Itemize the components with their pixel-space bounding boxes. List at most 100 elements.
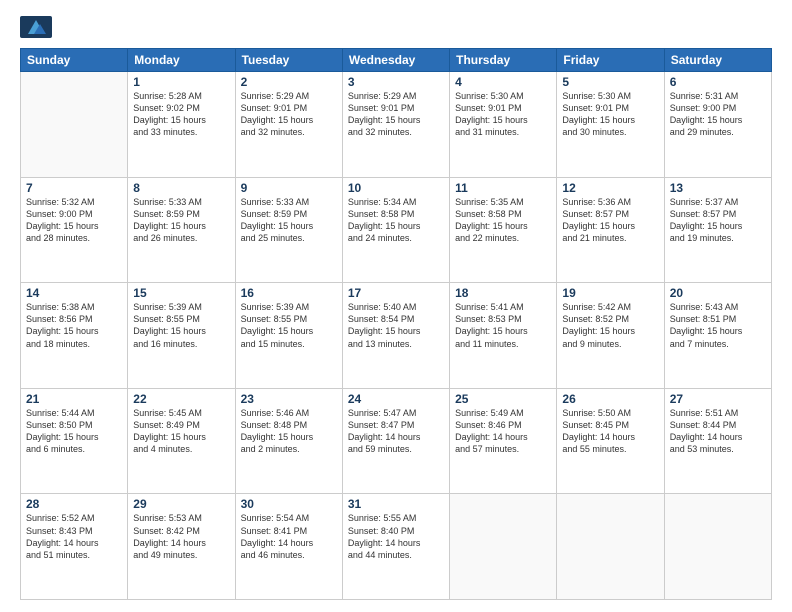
day-header-monday: Monday xyxy=(128,49,235,72)
day-header-wednesday: Wednesday xyxy=(342,49,449,72)
calendar-cell: 16Sunrise: 5:39 AM Sunset: 8:55 PM Dayli… xyxy=(235,283,342,389)
calendar-week-1: 1Sunrise: 5:28 AM Sunset: 9:02 PM Daylig… xyxy=(21,72,772,178)
calendar-week-5: 28Sunrise: 5:52 AM Sunset: 8:43 PM Dayli… xyxy=(21,494,772,600)
day-number: 13 xyxy=(670,181,766,195)
calendar-cell: 6Sunrise: 5:31 AM Sunset: 9:00 PM Daylig… xyxy=(664,72,771,178)
day-number: 6 xyxy=(670,75,766,89)
calendar-cell: 8Sunrise: 5:33 AM Sunset: 8:59 PM Daylig… xyxy=(128,177,235,283)
logo-icon xyxy=(20,16,52,38)
day-header-saturday: Saturday xyxy=(664,49,771,72)
day-number: 2 xyxy=(241,75,337,89)
calendar-cell xyxy=(450,494,557,600)
day-header-tuesday: Tuesday xyxy=(235,49,342,72)
calendar-cell: 10Sunrise: 5:34 AM Sunset: 8:58 PM Dayli… xyxy=(342,177,449,283)
calendar-cell: 15Sunrise: 5:39 AM Sunset: 8:55 PM Dayli… xyxy=(128,283,235,389)
calendar-cell: 29Sunrise: 5:53 AM Sunset: 8:42 PM Dayli… xyxy=(128,494,235,600)
day-number: 17 xyxy=(348,286,444,300)
day-number: 4 xyxy=(455,75,551,89)
day-info: Sunrise: 5:40 AM Sunset: 8:54 PM Dayligh… xyxy=(348,301,444,350)
day-number: 12 xyxy=(562,181,658,195)
calendar-cell: 13Sunrise: 5:37 AM Sunset: 8:57 PM Dayli… xyxy=(664,177,771,283)
day-number: 10 xyxy=(348,181,444,195)
day-number: 25 xyxy=(455,392,551,406)
calendar-cell: 1Sunrise: 5:28 AM Sunset: 9:02 PM Daylig… xyxy=(128,72,235,178)
day-number: 16 xyxy=(241,286,337,300)
calendar-cell: 31Sunrise: 5:55 AM Sunset: 8:40 PM Dayli… xyxy=(342,494,449,600)
calendar-cell: 22Sunrise: 5:45 AM Sunset: 8:49 PM Dayli… xyxy=(128,388,235,494)
calendar-cell: 7Sunrise: 5:32 AM Sunset: 9:00 PM Daylig… xyxy=(21,177,128,283)
calendar-cell: 21Sunrise: 5:44 AM Sunset: 8:50 PM Dayli… xyxy=(21,388,128,494)
day-info: Sunrise: 5:38 AM Sunset: 8:56 PM Dayligh… xyxy=(26,301,122,350)
day-number: 14 xyxy=(26,286,122,300)
day-number: 5 xyxy=(562,75,658,89)
day-number: 15 xyxy=(133,286,229,300)
logo xyxy=(20,16,56,38)
day-info: Sunrise: 5:52 AM Sunset: 8:43 PM Dayligh… xyxy=(26,512,122,561)
day-info: Sunrise: 5:54 AM Sunset: 8:41 PM Dayligh… xyxy=(241,512,337,561)
day-number: 11 xyxy=(455,181,551,195)
day-info: Sunrise: 5:37 AM Sunset: 8:57 PM Dayligh… xyxy=(670,196,766,245)
day-number: 3 xyxy=(348,75,444,89)
calendar-cell: 27Sunrise: 5:51 AM Sunset: 8:44 PM Dayli… xyxy=(664,388,771,494)
day-info: Sunrise: 5:42 AM Sunset: 8:52 PM Dayligh… xyxy=(562,301,658,350)
day-info: Sunrise: 5:36 AM Sunset: 8:57 PM Dayligh… xyxy=(562,196,658,245)
day-info: Sunrise: 5:33 AM Sunset: 8:59 PM Dayligh… xyxy=(241,196,337,245)
day-number: 23 xyxy=(241,392,337,406)
day-number: 31 xyxy=(348,497,444,511)
day-info: Sunrise: 5:41 AM Sunset: 8:53 PM Dayligh… xyxy=(455,301,551,350)
calendar-table: SundayMondayTuesdayWednesdayThursdayFrid… xyxy=(20,48,772,600)
day-info: Sunrise: 5:55 AM Sunset: 8:40 PM Dayligh… xyxy=(348,512,444,561)
day-info: Sunrise: 5:30 AM Sunset: 9:01 PM Dayligh… xyxy=(455,90,551,139)
calendar-cell: 11Sunrise: 5:35 AM Sunset: 8:58 PM Dayli… xyxy=(450,177,557,283)
day-info: Sunrise: 5:28 AM Sunset: 9:02 PM Dayligh… xyxy=(133,90,229,139)
day-number: 19 xyxy=(562,286,658,300)
calendar-cell: 25Sunrise: 5:49 AM Sunset: 8:46 PM Dayli… xyxy=(450,388,557,494)
calendar-cell: 23Sunrise: 5:46 AM Sunset: 8:48 PM Dayli… xyxy=(235,388,342,494)
day-number: 7 xyxy=(26,181,122,195)
calendar-header-row: SundayMondayTuesdayWednesdayThursdayFrid… xyxy=(21,49,772,72)
day-info: Sunrise: 5:43 AM Sunset: 8:51 PM Dayligh… xyxy=(670,301,766,350)
day-header-friday: Friday xyxy=(557,49,664,72)
day-number: 29 xyxy=(133,497,229,511)
calendar-cell xyxy=(21,72,128,178)
day-info: Sunrise: 5:53 AM Sunset: 8:42 PM Dayligh… xyxy=(133,512,229,561)
calendar-cell: 20Sunrise: 5:43 AM Sunset: 8:51 PM Dayli… xyxy=(664,283,771,389)
calendar-cell xyxy=(664,494,771,600)
day-number: 24 xyxy=(348,392,444,406)
day-info: Sunrise: 5:46 AM Sunset: 8:48 PM Dayligh… xyxy=(241,407,337,456)
calendar-cell: 28Sunrise: 5:52 AM Sunset: 8:43 PM Dayli… xyxy=(21,494,128,600)
calendar-cell: 18Sunrise: 5:41 AM Sunset: 8:53 PM Dayli… xyxy=(450,283,557,389)
calendar-week-2: 7Sunrise: 5:32 AM Sunset: 9:00 PM Daylig… xyxy=(21,177,772,283)
day-info: Sunrise: 5:50 AM Sunset: 8:45 PM Dayligh… xyxy=(562,407,658,456)
calendar-cell: 12Sunrise: 5:36 AM Sunset: 8:57 PM Dayli… xyxy=(557,177,664,283)
day-number: 8 xyxy=(133,181,229,195)
day-info: Sunrise: 5:44 AM Sunset: 8:50 PM Dayligh… xyxy=(26,407,122,456)
header xyxy=(20,16,772,38)
day-number: 18 xyxy=(455,286,551,300)
day-number: 9 xyxy=(241,181,337,195)
calendar-cell: 2Sunrise: 5:29 AM Sunset: 9:01 PM Daylig… xyxy=(235,72,342,178)
day-info: Sunrise: 5:45 AM Sunset: 8:49 PM Dayligh… xyxy=(133,407,229,456)
calendar-cell: 17Sunrise: 5:40 AM Sunset: 8:54 PM Dayli… xyxy=(342,283,449,389)
day-number: 20 xyxy=(670,286,766,300)
day-number: 21 xyxy=(26,392,122,406)
day-number: 28 xyxy=(26,497,122,511)
day-info: Sunrise: 5:33 AM Sunset: 8:59 PM Dayligh… xyxy=(133,196,229,245)
day-info: Sunrise: 5:34 AM Sunset: 8:58 PM Dayligh… xyxy=(348,196,444,245)
calendar-cell: 3Sunrise: 5:29 AM Sunset: 9:01 PM Daylig… xyxy=(342,72,449,178)
calendar-cell: 19Sunrise: 5:42 AM Sunset: 8:52 PM Dayli… xyxy=(557,283,664,389)
calendar-cell: 26Sunrise: 5:50 AM Sunset: 8:45 PM Dayli… xyxy=(557,388,664,494)
calendar-cell: 14Sunrise: 5:38 AM Sunset: 8:56 PM Dayli… xyxy=(21,283,128,389)
day-info: Sunrise: 5:30 AM Sunset: 9:01 PM Dayligh… xyxy=(562,90,658,139)
day-header-sunday: Sunday xyxy=(21,49,128,72)
calendar-week-4: 21Sunrise: 5:44 AM Sunset: 8:50 PM Dayli… xyxy=(21,388,772,494)
day-info: Sunrise: 5:35 AM Sunset: 8:58 PM Dayligh… xyxy=(455,196,551,245)
calendar-cell: 9Sunrise: 5:33 AM Sunset: 8:59 PM Daylig… xyxy=(235,177,342,283)
day-number: 1 xyxy=(133,75,229,89)
day-info: Sunrise: 5:49 AM Sunset: 8:46 PM Dayligh… xyxy=(455,407,551,456)
calendar-cell: 24Sunrise: 5:47 AM Sunset: 8:47 PM Dayli… xyxy=(342,388,449,494)
day-header-thursday: Thursday xyxy=(450,49,557,72)
day-number: 26 xyxy=(562,392,658,406)
day-info: Sunrise: 5:39 AM Sunset: 8:55 PM Dayligh… xyxy=(241,301,337,350)
day-info: Sunrise: 5:39 AM Sunset: 8:55 PM Dayligh… xyxy=(133,301,229,350)
